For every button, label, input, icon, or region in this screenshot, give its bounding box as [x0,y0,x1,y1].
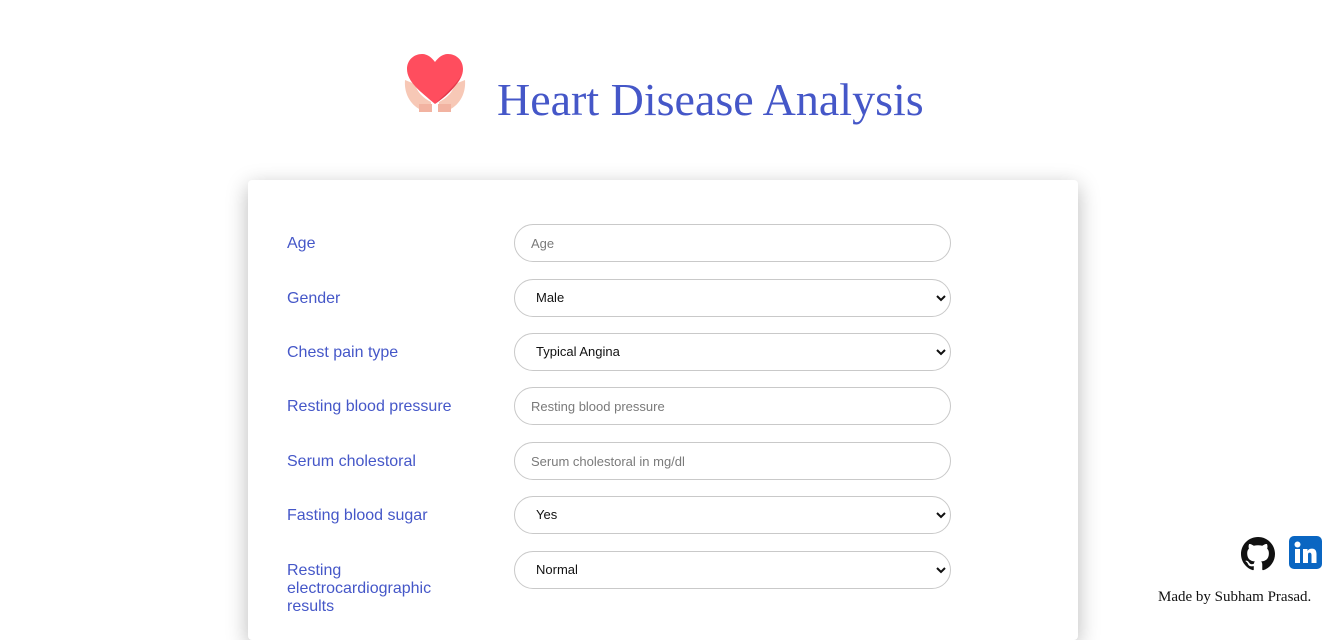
ecg-selected-value: Normal [536,562,578,577]
age-input[interactable] [515,225,950,261]
chevron-down-icon [936,295,946,302]
chevron-down-icon [936,567,946,574]
prediction-form-card: Age Gender Male Chest pain type Typical … [248,180,1078,640]
made-by-credit: Made by Subham Prasad. [1158,589,1312,605]
github-icon[interactable] [1241,537,1275,571]
cholestoral-field-wrapper [514,442,951,480]
chevron-down-icon [936,512,946,519]
page-header: Heart Disease Analysis [0,0,1331,170]
gender-select[interactable]: Male [514,279,951,317]
blood-sugar-select[interactable]: Yes [514,496,951,534]
gender-selected-value: Male [536,290,565,305]
social-links [1240,535,1324,571]
blood-sugar-label: Fasting blood sugar [287,507,428,524]
ecg-select[interactable]: Normal [514,551,951,589]
age-field-wrapper [514,224,951,262]
chest-pain-select[interactable]: Typical Angina [514,333,951,371]
heart-in-hands-icon [404,54,466,112]
gender-label: Gender [287,290,341,307]
cholestoral-label: Serum cholestoral [287,453,416,470]
blood-sugar-selected-value: Yes [536,507,558,522]
cholestoral-input[interactable] [515,443,950,479]
age-label: Age [287,235,316,252]
blood-pressure-input[interactable] [515,388,950,424]
ecg-label: Resting electrocardiographic results [287,562,432,615]
page-title: Heart Disease Analysis [497,74,924,125]
blood-pressure-label: Resting blood pressure [287,398,452,415]
chevron-down-icon [936,349,946,356]
blood-pressure-field-wrapper [514,387,951,425]
chest-pain-label: Chest pain type [287,344,399,361]
chest-pain-selected-value: Typical Angina [536,344,620,359]
linkedin-icon[interactable] [1289,536,1322,569]
